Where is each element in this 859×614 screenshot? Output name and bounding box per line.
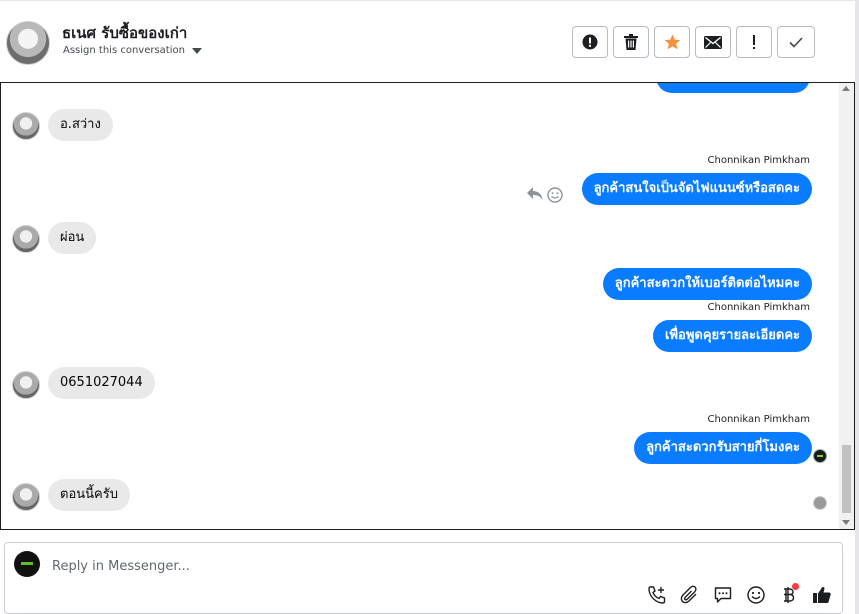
message-bubble-outgoing[interactable]: เพื่อพูดคุยรายละเอียดคะ — [653, 320, 812, 352]
emoji-icon — [746, 585, 765, 604]
mark-spam-button[interactable] — [572, 26, 608, 58]
message-bubble-outgoing[interactable]: ลูกค้าสะดวกรับสายกี่โมงคะ — [634, 432, 812, 464]
composer-tools — [644, 582, 834, 607]
seen-by-page-avatar — [813, 449, 827, 463]
message-bubble-incoming[interactable]: อ.สว่าง — [48, 109, 113, 141]
assign-label: Assign this conversation — [63, 45, 185, 56]
send-like-button[interactable] — [809, 582, 834, 607]
read-receipt-avatar — [813, 496, 827, 510]
phone-plus-icon — [647, 585, 665, 604]
star-icon — [664, 34, 680, 50]
contact-avatar-small[interactable] — [12, 371, 40, 399]
trash-icon — [624, 34, 638, 50]
reply-input[interactable] — [50, 555, 654, 577]
conversation-header: ธเนศ รับซื้อของเก่า Assign this conversa… — [0, 0, 855, 83]
message-bubble-incoming[interactable]: ตอนนี้ครับ — [48, 479, 130, 511]
envelope-icon — [704, 35, 722, 49]
message-bubble-incoming[interactable]: 0651027044 — [48, 367, 155, 399]
sender-name: Chonnikan Pimkham — [707, 302, 810, 313]
exclamation-icon — [753, 35, 755, 49]
contact-avatar-small[interactable] — [12, 112, 40, 140]
react-emoji-icon[interactable] — [547, 187, 563, 203]
page-avatar — [14, 551, 40, 577]
sender-name: Chonnikan Pimkham — [707, 414, 810, 425]
alert-circle-icon — [582, 34, 598, 50]
message-bubble-outgoing[interactable]: ลูกค้าสะดวกให้เบอร์ติดต่อไหมคะ — [602, 268, 812, 300]
paperclip-icon — [680, 585, 697, 603]
thread-scrollbar[interactable] — [839, 83, 854, 529]
reply-icon[interactable] — [527, 187, 543, 201]
contact-name[interactable]: ธเนศ รับซื้อของเก่า — [62, 21, 187, 45]
delete-button[interactable] — [613, 26, 649, 58]
chat-bubble-icon — [714, 586, 731, 603]
mark-done-button[interactable] — [777, 26, 815, 58]
payment-button[interactable] — [776, 582, 801, 607]
reply-composer — [4, 542, 843, 614]
message-thread[interactable]: อ.สว่าง Chonnikan Pimkham ลูกค้าสนใจเป็น… — [0, 82, 855, 530]
scroll-up-arrow-icon[interactable] — [842, 86, 850, 91]
star-button[interactable] — [654, 26, 690, 58]
follow-up-button[interactable] — [736, 26, 772, 58]
message-bubble-outgoing-partial[interactable] — [656, 83, 810, 93]
contact-avatar[interactable] — [6, 21, 50, 65]
thumbs-up-icon — [812, 586, 831, 603]
assign-conversation-dropdown[interactable]: Assign this conversation — [63, 45, 202, 56]
call-button[interactable] — [644, 582, 669, 607]
notification-dot — [792, 583, 799, 590]
message-bubble-incoming[interactable]: ผ่อน — [48, 222, 97, 254]
mark-unread-button[interactable] — [695, 26, 731, 58]
message-bubble-outgoing[interactable]: ลูกค้าสนใจเป็นจัดไฟแนนซ์หรือสดคะ — [581, 173, 812, 205]
caret-down-icon — [191, 47, 202, 54]
saved-replies-button[interactable] — [710, 582, 735, 607]
contact-avatar-small[interactable] — [12, 483, 40, 511]
contact-avatar-small[interactable] — [12, 225, 40, 253]
checkmark-icon — [789, 36, 803, 48]
attach-file-button[interactable] — [677, 582, 702, 607]
emoji-button[interactable] — [743, 582, 768, 607]
conversation-actions — [572, 26, 815, 58]
window-edge — [855, 0, 859, 614]
scroll-down-arrow-icon[interactable] — [842, 520, 850, 525]
scroll-thumb[interactable] — [842, 445, 851, 513]
sender-name: Chonnikan Pimkham — [707, 155, 810, 166]
